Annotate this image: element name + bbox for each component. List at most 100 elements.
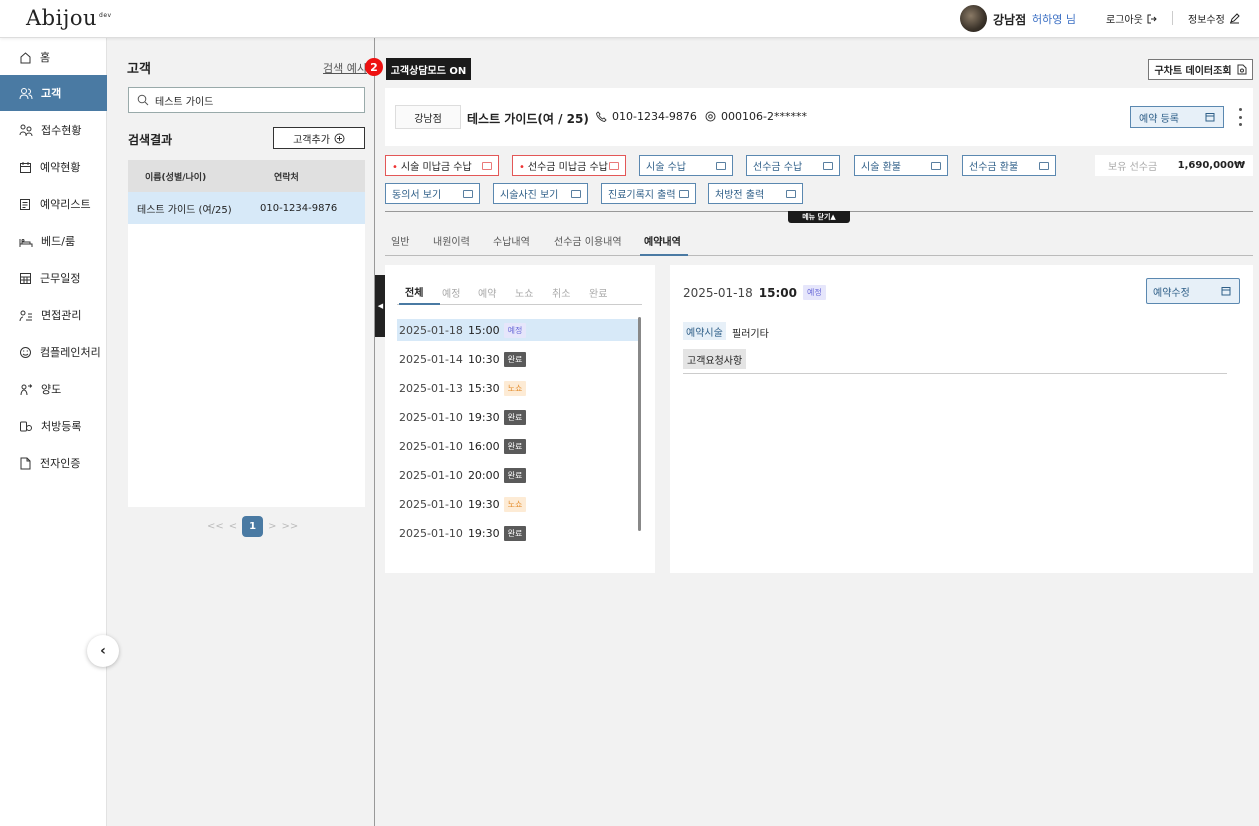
sidebar-collapse-button[interactable]: ‹ [87, 635, 119, 667]
status-badge: 완료 [503, 438, 527, 454]
sidebar-item-customer[interactable]: 고객 [0, 75, 107, 111]
prescription-icon [20, 421, 32, 431]
calendar-edit-icon [1221, 287, 1231, 296]
customer-rrn: 000106-2****** [705, 110, 807, 123]
sidebar-item-bed-room[interactable]: 베드/룸 [0, 223, 107, 259]
table-row[interactable]: 테스트 가이드 (여/25) 010-1234-9876 [128, 192, 365, 224]
app-logo[interactable]: Abijou dev [26, 6, 112, 30]
menu-close-button[interactable]: 메뉴 닫기▲ [788, 211, 850, 223]
filter-completed[interactable]: 완료 [589, 285, 607, 300]
caret-left-icon: ◀ [377, 302, 384, 310]
customer-request-label: 고객요청사항 [683, 349, 747, 369]
customer-panel-title: 고객 [127, 62, 151, 77]
unpaid-procedure-payment-button[interactable]: • 시술 미납금 수납 [385, 155, 499, 176]
wallet-icon [609, 161, 619, 170]
pager-last[interactable]: >> [282, 521, 299, 532]
avatar[interactable] [960, 5, 987, 32]
tab-payment-history[interactable]: 수납내역 [493, 233, 530, 248]
edit-reservation-button[interactable]: 예약수정 [1146, 278, 1240, 304]
request-divider [683, 373, 1227, 374]
prepaid-refund-button[interactable]: 선수금 환불 [962, 155, 1056, 176]
status-badge: 완료 [503, 467, 527, 483]
customer-name-cell: 테스트 가이드 (여/25) [137, 204, 232, 216]
filter-canceled[interactable]: 취소 [552, 285, 570, 300]
unpaid-prepaid-payment-button[interactable]: • 선수금 미납금 수납 [512, 155, 626, 176]
sidebar-item-prescription[interactable]: 처방등록 [0, 408, 107, 444]
list-item[interactable]: 2025-01-10 19:30 완료 [397, 522, 640, 544]
filter-all[interactable]: 전체 [405, 284, 423, 299]
search-example-link[interactable]: 검색 예시 [323, 60, 367, 76]
consult-mode-toggle[interactable]: 고객상담모드 ON [386, 58, 471, 80]
tab-reservation-history[interactable]: 예약내역 [644, 233, 681, 248]
list-item[interactable]: 2025-01-10 19:30 노쇼 [397, 493, 640, 515]
procedure-refund-button[interactable]: 시술 환불 [854, 155, 948, 176]
reservation-list-panel: 전체 예정 예약 노쇼 취소 완료 2025-01-18 15:00 예정 202… [385, 265, 655, 573]
sidebar-item-transfer[interactable]: 양도 [0, 371, 107, 407]
panel-divider [374, 38, 375, 826]
column-header-name: 이름(성별/나이) [145, 172, 207, 183]
pager-current-page[interactable]: 1 [242, 516, 264, 537]
sidebar-item-reservation-list[interactable]: 예약리스트 [0, 186, 107, 222]
add-customer-button[interactable]: 고객추가 [273, 127, 365, 149]
wallet-icon [482, 161, 492, 170]
sidebar-item-reception[interactable]: 접수현황 [0, 112, 107, 148]
filter-noshow[interactable]: 노쇼 [515, 285, 533, 300]
prescription-print-button[interactable]: 처방전 출력 [708, 183, 803, 204]
list-icon [20, 198, 30, 210]
schedule-icon [20, 272, 31, 284]
customer-list: 이름(성별/나이) 연락처 테스트 가이드 (여/25) 010-1234-98… [128, 160, 365, 507]
printer-icon [679, 189, 689, 198]
procedure-photo-button[interactable]: 시술사진 보기 [493, 183, 588, 204]
customer-list-header: 이름(성별/나이) 연락처 [128, 160, 365, 192]
wallet-icon [716, 161, 726, 170]
tab-visit-history[interactable]: 내원이력 [433, 233, 470, 248]
tab-general[interactable]: 일반 [391, 233, 409, 248]
consent-view-button[interactable]: 동의서 보기 [385, 183, 480, 204]
top-header: Abijou dev 강남점 허하영 님 로그아웃 정보수정 [0, 0, 1259, 38]
prepaid-balance: 보유 선수금 1,690,000₩ [1095, 155, 1253, 176]
pager-next[interactable]: > [268, 521, 276, 532]
logout-button[interactable]: 로그아웃 [1106, 11, 1157, 26]
status-badge: 노쇼 [503, 380, 527, 396]
status-badge: 완료 [503, 409, 527, 425]
sidebar-item-e-cert[interactable]: 전자인증 [0, 445, 107, 481]
id-icon [705, 111, 716, 122]
sidebar-item-work-schedule[interactable]: 근무일정 [0, 260, 107, 296]
sidebar-item-complaint[interactable]: 컴플레인처리 [0, 334, 107, 370]
list-item[interactable]: 2025-01-10 19:30 완료 [397, 406, 640, 428]
more-options-icon[interactable] [1237, 108, 1243, 126]
sidebar-item-reservation-status[interactable]: 예약현황 [0, 149, 107, 185]
list-item[interactable]: 2025-01-10 20:00 완료 [397, 464, 640, 486]
list-item[interactable]: 2025-01-18 15:00 예정 [397, 319, 640, 341]
edit-info-button[interactable]: 정보수정 [1188, 11, 1240, 26]
reservation-list-scrollbar[interactable] [638, 317, 641, 531]
search-icon [137, 94, 149, 106]
tab-prepaid-usage[interactable]: 선수금 이용내역 [554, 233, 622, 248]
sidebar-item-interview[interactable]: 면접관리 [0, 297, 107, 333]
list-item[interactable]: 2025-01-10 16:00 완료 [397, 435, 640, 457]
prepaid-payment-button[interactable]: 선수금 수납 [746, 155, 840, 176]
filter-reserved[interactable]: 예약 [478, 285, 496, 300]
active-tab-indicator [640, 254, 688, 256]
list-item[interactable]: 2025-01-14 10:30 완료 [397, 348, 640, 370]
reservation-register-button[interactable]: 예약 등록 [1130, 106, 1224, 128]
customer-search-input[interactable]: 테스트 가이드 [128, 87, 365, 113]
sidebar-item-home[interactable]: 홈 [0, 39, 107, 75]
medical-record-print-button[interactable]: 진료기록지 출력 [601, 183, 696, 204]
wallet-icon [823, 161, 833, 170]
pagination: << < 1 > >> [207, 516, 298, 537]
pager-prev[interactable]: < [229, 521, 237, 532]
list-item[interactable]: 2025-01-13 15:30 노쇼 [397, 377, 640, 399]
document-search-icon [1237, 64, 1247, 75]
reservation-detail-panel: 2025-01-18 15:00 예정 예약수정 예약시술 필러기타 고객요청사… [670, 265, 1253, 573]
detail-datetime: 2025-01-18 15:00 예정 [683, 285, 826, 300]
detail-tabs: 일반 내원이력 수납내역 선수금 이용내역 예약내역 [385, 230, 1253, 256]
procedure-payment-button[interactable]: 시술 수납 [639, 155, 733, 176]
status-badge: 예정 [503, 322, 527, 338]
pager-first[interactable]: << [207, 521, 224, 532]
header-branch-name: 강남점 [993, 13, 1027, 27]
filter-scheduled[interactable]: 예정 [442, 285, 460, 300]
old-chart-data-button[interactable]: 구차트 데이터조회 [1148, 59, 1253, 80]
interview-icon [19, 310, 32, 321]
status-badge: 완료 [503, 525, 527, 541]
